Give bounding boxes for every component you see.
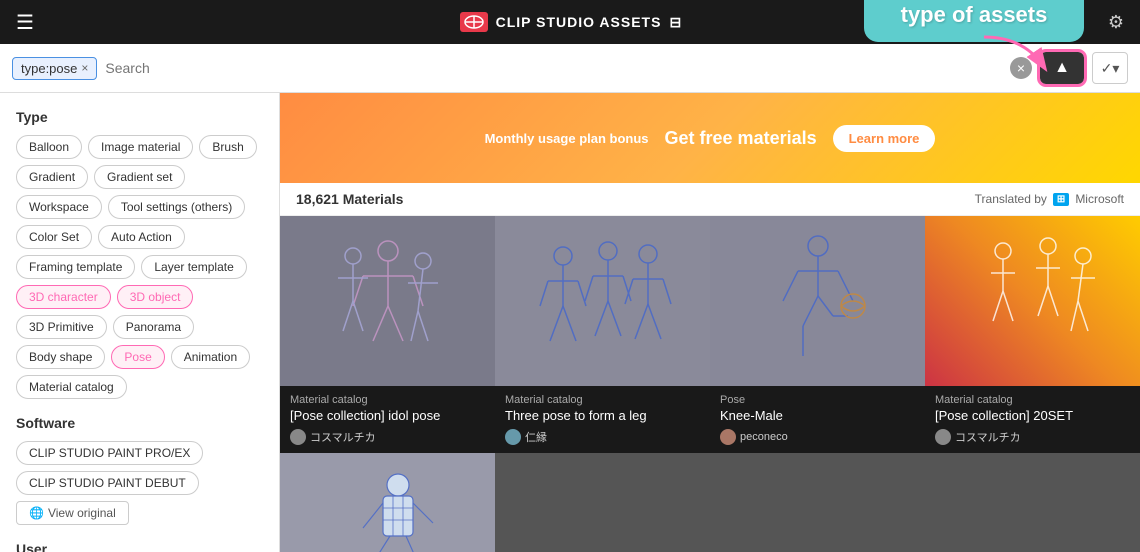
filter-material-catalog[interactable]: Material catalog [16, 375, 127, 399]
author-avatar [290, 429, 306, 445]
filter-3d-object[interactable]: 3D object [117, 285, 194, 309]
globe-icon: 🌐 [29, 506, 44, 520]
author-name: 仁縁 [525, 429, 547, 445]
check-dropdown-icon: ✓▾ [1101, 60, 1120, 77]
filter-gradient[interactable]: Gradient [16, 165, 88, 189]
software-filter-section: Software CLIP STUDIO PAINT PRO/EX CLIP S… [16, 415, 263, 525]
type-filter-section: Type Balloon Image material Brush Gradie… [16, 109, 263, 399]
filter-animation[interactable]: Animation [171, 345, 250, 369]
card-category: Pose [720, 394, 915, 406]
card-thumbnail [925, 216, 1140, 386]
type-pose-tag[interactable]: type:pose × [12, 57, 97, 80]
banner: Monthly usage plan bonus Get free materi… [280, 93, 1140, 183]
search-options-button[interactable]: ✓▾ [1092, 52, 1128, 84]
author-name: コスマルチカ [310, 429, 376, 445]
card-info: Material catalog [Pose collection] 20SET… [925, 386, 1140, 453]
translator-name: Microsoft [1075, 192, 1124, 206]
filter-body-shape[interactable]: Body shape [16, 345, 105, 369]
tag-label: type:pose [21, 61, 77, 76]
view-original-button[interactable]: 🌐 View original [16, 501, 129, 525]
author-name: peconeco [740, 431, 788, 443]
filter-panorama[interactable]: Panorama [113, 315, 194, 339]
filter-image-material[interactable]: Image material [88, 135, 193, 159]
software-filter-title: Software [16, 415, 263, 431]
user-filter-title: User [16, 541, 263, 552]
card-thumbnail [495, 216, 710, 386]
author-avatar [720, 429, 736, 445]
material-card[interactable]: Material catalog [Pose collection] 20SET… [925, 216, 1140, 453]
filter-tool-settings[interactable]: Tool settings (others) [108, 195, 245, 219]
filter-layer-template[interactable]: Layer template [141, 255, 246, 279]
card-author: peconeco [720, 429, 915, 445]
card-thumbnail [280, 216, 495, 386]
main-container: Type Balloon Image material Brush Gradie… [0, 93, 1140, 552]
software-filter-tags: CLIP STUDIO PAINT PRO/EX CLIP STUDIO PAI… [16, 441, 263, 495]
filter-3d-character[interactable]: 3D character [16, 285, 111, 309]
materials-count: 18,621 Materials [296, 191, 403, 207]
filter-gradient-set[interactable]: Gradient set [94, 165, 185, 189]
card-thumbnail [710, 216, 925, 386]
type-filter-tags: Balloon Image material Brush Gradient Gr… [16, 135, 263, 399]
card-category: Material catalog [290, 394, 485, 406]
search-bar: type:pose × × ▲ Click here and select th… [0, 44, 1140, 93]
card-info: Pose Knee-Male peconeco [710, 386, 925, 453]
menu-icon[interactable]: ☰ [16, 10, 34, 35]
filter-brush[interactable]: Brush [199, 135, 256, 159]
translated-by-label: Translated by [975, 192, 1047, 206]
search-clear-button[interactable]: × [1010, 57, 1032, 79]
microsoft-logo: ⊞ [1053, 193, 1069, 206]
logo-icon [460, 12, 488, 32]
search-toggle-button[interactable]: ▲ [1040, 52, 1084, 84]
filter-debut[interactable]: CLIP STUDIO PAINT DEBUT [16, 471, 199, 495]
filter-3d-primitive[interactable]: 3D Primitive [16, 315, 107, 339]
card-author: コスマルチカ [935, 429, 1130, 445]
bookmark-icon[interactable]: ⊟ [669, 14, 682, 31]
clear-icon: × [1017, 60, 1025, 76]
sidebar-filters: Type Balloon Image material Brush Gradie… [0, 93, 280, 552]
view-original-label: View original [48, 506, 116, 520]
card-info: Material catalog Three pose to form a le… [495, 386, 710, 453]
filter-pro-ex[interactable]: CLIP STUDIO PAINT PRO/EX [16, 441, 203, 465]
filter-balloon[interactable]: Balloon [16, 135, 82, 159]
banner-main-text: Get free materials [665, 128, 817, 149]
material-card[interactable]: Pose Knee-Male peconeco [710, 216, 925, 453]
author-avatar [935, 429, 951, 445]
card-category: Material catalog [935, 394, 1130, 406]
header-center: CLIP STUDIO ASSETS ⊟ [460, 12, 683, 32]
card-name: Knee-Male [720, 408, 915, 423]
filter-framing-template[interactable]: Framing template [16, 255, 135, 279]
header: ☰ CLIP STUDIO ASSETS ⊟ ⚙ [0, 0, 1140, 44]
tag-close-icon[interactable]: × [81, 61, 88, 75]
filter-pose[interactable]: Pose [111, 345, 164, 369]
chevron-up-icon: ▲ [1054, 59, 1070, 77]
card-author: コスマルチカ [290, 429, 485, 445]
card-author: 仁縁 [505, 429, 700, 445]
filter-auto-action[interactable]: Auto Action [98, 225, 185, 249]
search-input[interactable] [105, 60, 1002, 76]
settings-icon[interactable]: ⚙ [1108, 12, 1124, 33]
card-name: [Pose collection] idol pose [290, 408, 485, 423]
card-category: Material catalog [505, 394, 700, 406]
translated-by: Translated by ⊞ Microsoft [975, 192, 1124, 206]
card-info: Material catalog [Pose collection] idol … [280, 386, 495, 453]
material-card[interactable]: Pose Girl Sitting 佳輪 Close [280, 453, 495, 552]
author-name: コスマルチカ [955, 429, 1021, 445]
filter-color-set[interactable]: Color Set [16, 225, 92, 249]
filter-workspace[interactable]: Workspace [16, 195, 102, 219]
user-filter-section: User Individual Corporation Official [16, 541, 263, 552]
card-name: [Pose collection] 20SET [935, 408, 1130, 423]
card-thumbnail [280, 453, 495, 552]
material-card[interactable]: Material catalog [Pose collection] idol … [280, 216, 495, 453]
materials-header: 18,621 Materials Translated by ⊞ Microso… [280, 183, 1140, 216]
banner-prefix: Monthly usage plan bonus [485, 131, 649, 146]
materials-grid: Material catalog [Pose collection] idol … [280, 216, 1140, 552]
banner-learn-more-button[interactable]: Learn more [833, 125, 936, 152]
content-area: Monthly usage plan bonus Get free materi… [280, 93, 1140, 552]
material-card[interactable]: Material catalog Three pose to form a le… [495, 216, 710, 453]
card-name: Three pose to form a leg [505, 408, 700, 423]
site-title: CLIP STUDIO ASSETS [496, 14, 662, 30]
type-filter-title: Type [16, 109, 263, 125]
author-avatar [505, 429, 521, 445]
